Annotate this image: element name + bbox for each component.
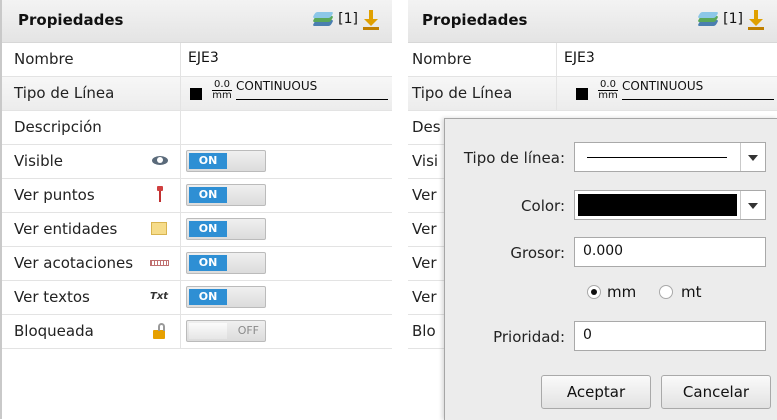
- grosor-input[interactable]: 0.000: [574, 237, 766, 267]
- color-swatch: [576, 88, 588, 100]
- linetype-value[interactable]: 0.0 mm CONTINUOUS: [190, 79, 388, 107]
- header-tools: [1]: [312, 8, 380, 30]
- row-label: Ver: [412, 288, 437, 306]
- panel-header: Propiedades [1]: [2, 0, 392, 43]
- row-label: Ver puntos: [14, 186, 95, 204]
- unit-mm-label[interactable]: mm: [607, 283, 636, 301]
- row-label: Ver textos: [14, 288, 90, 306]
- row-descripcion[interactable]: Descripción: [2, 111, 392, 145]
- row-label: Blo: [412, 322, 436, 340]
- nombre-value[interactable]: EJE3: [564, 50, 595, 66]
- ver-textos-toggle[interactable]: ON: [186, 286, 266, 308]
- row-label: Ver: [412, 186, 437, 204]
- text-icon: Txt: [150, 291, 169, 302]
- row-tipo-linea[interactable]: Tipo de Línea 0.0 mm CONTINUOUS: [408, 77, 777, 111]
- layer-count[interactable]: [1]: [723, 11, 743, 27]
- lock-icon: [150, 322, 170, 340]
- row-label: Visi: [412, 152, 439, 170]
- ver-entidades-toggle[interactable]: ON: [186, 218, 266, 240]
- row-ver-puntos: Ver puntos ON: [2, 179, 392, 213]
- ver-puntos-toggle[interactable]: ON: [186, 184, 266, 206]
- header-tools: [1]: [697, 8, 765, 30]
- panel-header: Propiedades [1]: [408, 0, 777, 43]
- row-label: Nombre: [14, 50, 74, 68]
- color-select[interactable]: [574, 190, 766, 220]
- nombre-value[interactable]: EJE3: [188, 50, 219, 66]
- panel-title: Propiedades: [422, 11, 528, 29]
- visible-toggle[interactable]: ON: [186, 150, 266, 172]
- row-label: Ver acotaciones: [14, 254, 134, 272]
- download-icon[interactable]: [747, 8, 765, 30]
- linetype-dialog: Tipo de línea: Color: Grosor: 0.000 mm m…: [444, 118, 777, 420]
- layer-count[interactable]: [1]: [338, 11, 358, 27]
- line-sample: [587, 157, 727, 158]
- chevron-down-icon[interactable]: [740, 191, 765, 219]
- eye-icon: [150, 152, 170, 170]
- color-sample: [578, 194, 737, 216]
- row-label: Ver: [412, 220, 437, 238]
- row-label: Descripción: [14, 118, 102, 136]
- grosor-label: Grosor:: [510, 244, 565, 262]
- linetype-name: CONTINUOUS: [622, 79, 704, 93]
- linetype-select[interactable]: [574, 142, 766, 172]
- cancel-button[interactable]: Cancelar: [661, 375, 771, 409]
- prioridad-input[interactable]: 0: [574, 321, 766, 351]
- row-label: Tipo de Línea: [14, 84, 115, 102]
- panel-title: Propiedades: [18, 11, 124, 29]
- row-label: Visible: [14, 152, 63, 170]
- ruler-icon: [150, 254, 170, 272]
- color-label: Color:: [521, 197, 565, 215]
- pin-icon: [150, 186, 170, 204]
- row-ver-acotaciones: Ver acotaciones ON: [2, 247, 392, 281]
- row-label: Ver entidades: [14, 220, 118, 238]
- thickness-label: 0.0 mm: [212, 79, 232, 101]
- color-swatch: [190, 88, 202, 100]
- row-ver-textos: Ver textos Txt ON: [2, 281, 392, 315]
- row-label: Bloqueada: [14, 322, 94, 340]
- layers-icon[interactable]: [312, 11, 334, 27]
- row-nombre[interactable]: Nombre EJE3: [408, 43, 777, 77]
- row-label: Ver: [412, 254, 437, 272]
- bloqueada-toggle[interactable]: OFF: [186, 320, 266, 342]
- unit-radio-mt[interactable]: [659, 285, 673, 299]
- properties-panel-left: Propiedades [1] Nombre EJE3 Tipo de Líne…: [0, 0, 392, 419]
- chevron-down-icon[interactable]: [740, 143, 765, 171]
- tipo-linea-label: Tipo de línea:: [463, 149, 565, 167]
- row-tipo-linea[interactable]: Tipo de Línea 0.0 mm CONTINUOUS: [2, 77, 392, 111]
- row-label: Des: [412, 118, 441, 136]
- linetype-sample: [236, 99, 388, 100]
- unit-radio-mm[interactable]: [587, 285, 601, 299]
- unit-mt-label[interactable]: mt: [681, 283, 702, 301]
- linetype-sample: [622, 99, 774, 100]
- layers-icon[interactable]: [697, 11, 719, 27]
- ver-acotaciones-toggle[interactable]: ON: [186, 252, 266, 274]
- linetype-value[interactable]: 0.0 mm CONTINUOUS: [576, 79, 774, 107]
- row-nombre[interactable]: Nombre EJE3: [2, 43, 392, 77]
- row-label: Nombre: [412, 50, 472, 68]
- row-visible: Visible ON: [2, 145, 392, 179]
- row-ver-entidades: Ver entidades ON: [2, 213, 392, 247]
- panel-gap: [392, 0, 408, 419]
- sticky-note-icon: [150, 220, 170, 238]
- download-icon[interactable]: [362, 8, 380, 30]
- row-bloqueada: Bloqueada OFF: [2, 315, 392, 349]
- accept-button[interactable]: Aceptar: [541, 375, 651, 409]
- prioridad-label: Prioridad:: [493, 328, 565, 346]
- thickness-label: 0.0 mm: [598, 79, 618, 101]
- linetype-name: CONTINUOUS: [236, 79, 318, 93]
- row-label: Tipo de Línea: [412, 84, 513, 102]
